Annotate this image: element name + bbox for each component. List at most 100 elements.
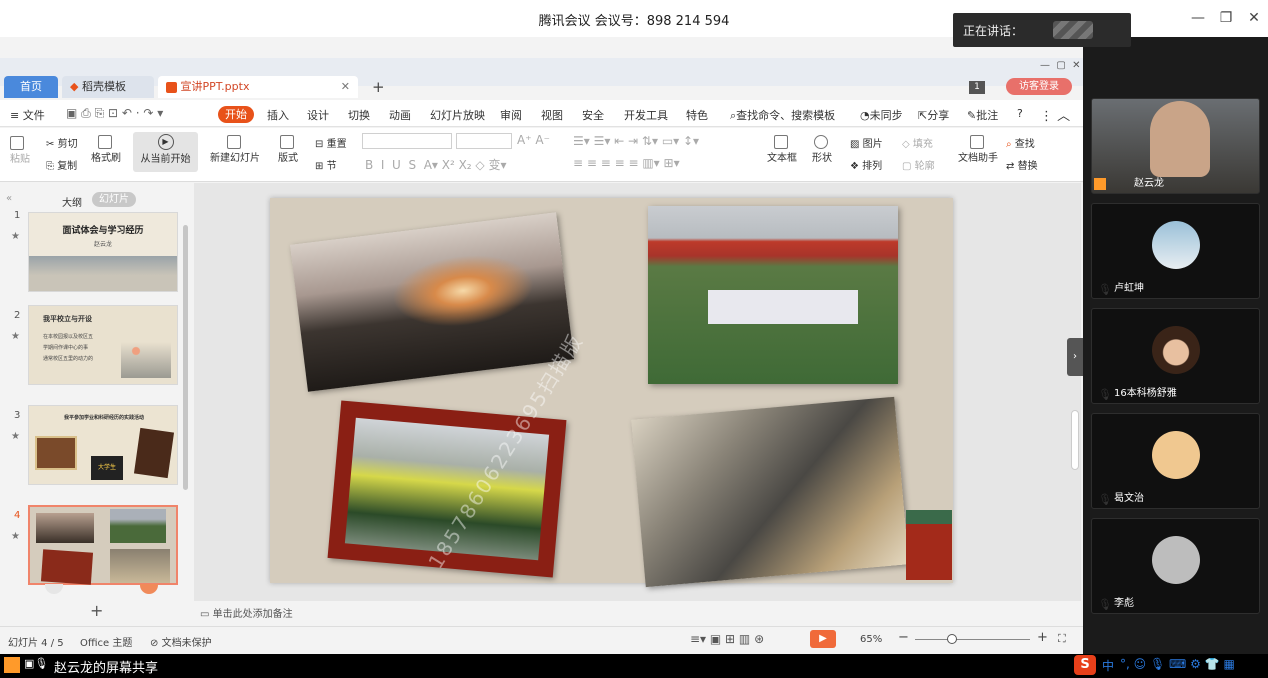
paste-button[interactable]: 粘贴: [10, 136, 30, 165]
copy-button[interactable]: ⎘ 复制: [46, 157, 77, 172]
fill-button[interactable]: ◇ 填充: [902, 135, 933, 150]
ime-mode[interactable]: 中: [1102, 657, 1114, 674]
participant-card-2[interactable]: 🎙 卢虹坤: [1091, 203, 1260, 299]
fill-icon: ◇: [902, 139, 910, 150]
more-icon[interactable]: ⋮ ︿: [1040, 105, 1070, 124]
sync-status[interactable]: ◔未同步: [860, 107, 903, 123]
participant-card-4[interactable]: 🎙 曷文治: [1091, 413, 1260, 509]
picture-button[interactable]: ▨ 图片: [850, 135, 883, 150]
close-tab-icon[interactable]: ✕: [341, 76, 350, 98]
textbox-icon: [773, 135, 788, 149]
arrange-icon: ❖: [850, 161, 859, 172]
menu-slideshow[interactable]: 幻灯片放映: [430, 107, 485, 123]
close-button[interactable]: ✕: [1243, 8, 1265, 28]
slide-canvas[interactable]: 18578606223695扫描版: [270, 198, 953, 588]
font-grow-shrink[interactable]: A⁺ A⁻: [517, 133, 550, 147]
cut-button[interactable]: ✂ 剪切: [46, 135, 78, 150]
animation-star-icon: ★: [11, 431, 20, 442]
command-search[interactable]: ⌕查找命令、搜索模板: [730, 107, 835, 123]
tab-home[interactable]: 首页: [4, 76, 58, 98]
menu-insert[interactable]: 插入: [267, 107, 289, 123]
shape-button[interactable]: 形状: [812, 135, 832, 164]
menu-special[interactable]: 特色: [686, 107, 708, 123]
menu-view[interactable]: 视图: [541, 107, 563, 123]
layout-button[interactable]: 版式: [278, 135, 298, 164]
participant-video-1[interactable]: 赵云龙: [1091, 98, 1260, 194]
outline-label: 轮廓: [914, 161, 935, 172]
section-button[interactable]: ⊞ 节: [315, 157, 337, 172]
alignment-buttons[interactable]: ≡ ≡ ≡ ≡ ≡ ▥▾ ⊞▾: [573, 156, 680, 170]
add-slide-button[interactable]: +: [90, 601, 103, 620]
thumb-1-title: 面试体会与学习经历: [62, 226, 144, 236]
reset-button[interactable]: ⊟ 重置: [315, 135, 347, 150]
tab-file[interactable]: 宣讲PPT.pptx ✕: [158, 76, 358, 98]
notes-area[interactable]: ▭ 单击此处添加备注: [200, 605, 293, 620]
tab-template[interactable]: ◆ 稻壳模板: [62, 76, 154, 98]
avatar: [1152, 326, 1200, 374]
zoom-level[interactable]: 65%: [860, 634, 882, 645]
outline-tab[interactable]: 大纲: [62, 194, 82, 209]
pane-scrollbar[interactable]: [183, 225, 188, 490]
slides-tab[interactable]: 幻灯片: [92, 192, 136, 207]
participant-card-5[interactable]: 🎙 李彪: [1091, 518, 1260, 614]
file-menu[interactable]: ≡ 文件: [10, 107, 45, 123]
expand-panel-icon[interactable]: ›: [1067, 338, 1083, 376]
arrange-button[interactable]: ❖ 排列: [850, 157, 882, 172]
sogou-ime-icon[interactable]: S: [1074, 655, 1096, 675]
slide-scrollbar[interactable]: [1071, 410, 1079, 470]
menu-start[interactable]: 开始: [218, 106, 254, 123]
menu-developer[interactable]: 开发工具: [624, 107, 668, 123]
file-menu-label: 文件: [22, 109, 45, 122]
menu-animation[interactable]: 动画: [389, 107, 411, 123]
slide-thumb-1[interactable]: 面试体会与学习经历 赵云龙: [28, 212, 178, 292]
wps-window-controls[interactable]: — ▢ ✕: [1040, 60, 1081, 71]
font-format-buttons[interactable]: B I U S A▾ X² X₂ ◇ 变▾: [365, 156, 507, 173]
quick-access-toolbar[interactable]: ▣ ⎙ ⎘ ⊡ ↶ · ↷ ▾: [66, 106, 163, 121]
ime-toolbar-icons[interactable]: °, ☺ 🎙 ⌨ ⚙ 👕 ▦: [1120, 657, 1235, 671]
tab-file-label: 宣讲PPT.pptx: [180, 80, 250, 93]
share-button[interactable]: ⇱分享: [918, 107, 949, 123]
outline-button[interactable]: ▢ 轮廓: [902, 157, 935, 172]
fit-window-icon[interactable]: ⛶: [1058, 632, 1066, 646]
view-buttons[interactable]: ≡▾ ▣ ⊞ ▥ ⊛: [690, 632, 764, 646]
thumb-3-title: 我平参加学业和科研经历的实践活动: [63, 415, 144, 421]
paragraph-list-buttons[interactable]: ☰▾ ☰▾ ⇤ ⇥ ⇅▾ ▭▾ ↕▾: [573, 134, 699, 148]
collapse-pane-icon[interactable]: «: [6, 193, 12, 204]
help-button[interactable]: ?: [1017, 107, 1023, 120]
sync-icon: ◔: [860, 109, 870, 122]
menu-security[interactable]: 安全: [582, 107, 604, 123]
new-tab-button[interactable]: +: [372, 78, 385, 96]
slide-thumb-4-selected[interactable]: [28, 505, 178, 585]
menu-transition[interactable]: 切换: [348, 107, 370, 123]
screen-mic-icons[interactable]: ▣🎙: [24, 657, 48, 670]
login-button[interactable]: 访客登录: [1006, 78, 1072, 95]
menu-design[interactable]: 设计: [307, 107, 329, 123]
zoom-slider-handle[interactable]: [947, 634, 957, 644]
font-name-select[interactable]: [362, 133, 452, 149]
scissors-icon: ✂: [46, 139, 55, 150]
animation-star-icon: ★: [11, 531, 20, 542]
zoom-out-button[interactable]: −: [898, 630, 909, 645]
doc-helper-button[interactable]: 文档助手: [958, 135, 998, 164]
slideshow-play-button[interactable]: ▶: [810, 630, 836, 648]
new-slide-button[interactable]: 新建幻灯片: [210, 135, 260, 164]
slide-thumb-2[interactable]: 我平校立与开设 在本校园报以及校区五 学期间作课中心的事 通常校区五里的动力的: [28, 305, 178, 385]
zoom-in-button[interactable]: +: [1037, 630, 1048, 645]
page-badge: 1: [969, 81, 985, 94]
participant-card-3[interactable]: 🎙 16本科杨舒雅: [1091, 308, 1260, 404]
menu-review[interactable]: 审阅: [500, 107, 522, 123]
slide-thumb-3[interactable]: 我平参加学业和科研经历的实践活动 大学生: [28, 405, 178, 485]
minimize-button[interactable]: —: [1187, 8, 1209, 28]
find-button[interactable]: ⌕ 查找: [1006, 135, 1035, 150]
picture-label: 图片: [862, 139, 883, 150]
comment-button[interactable]: ✎批注: [967, 107, 998, 123]
textbox-button[interactable]: 文本框: [767, 135, 797, 164]
play-from-current-button[interactable]: ▶ 从当前开始: [133, 132, 198, 172]
zoom-slider[interactable]: [915, 639, 1030, 640]
sync-label: 未同步: [869, 109, 903, 122]
maximize-button[interactable]: ❐: [1215, 8, 1237, 28]
format-painter-button[interactable]: 格式刷: [91, 135, 121, 164]
protect-status[interactable]: ⊘ 文档未保护: [150, 634, 212, 649]
font-size-select[interactable]: [456, 133, 512, 149]
replace-button[interactable]: ⇄ 替换: [1006, 157, 1038, 172]
